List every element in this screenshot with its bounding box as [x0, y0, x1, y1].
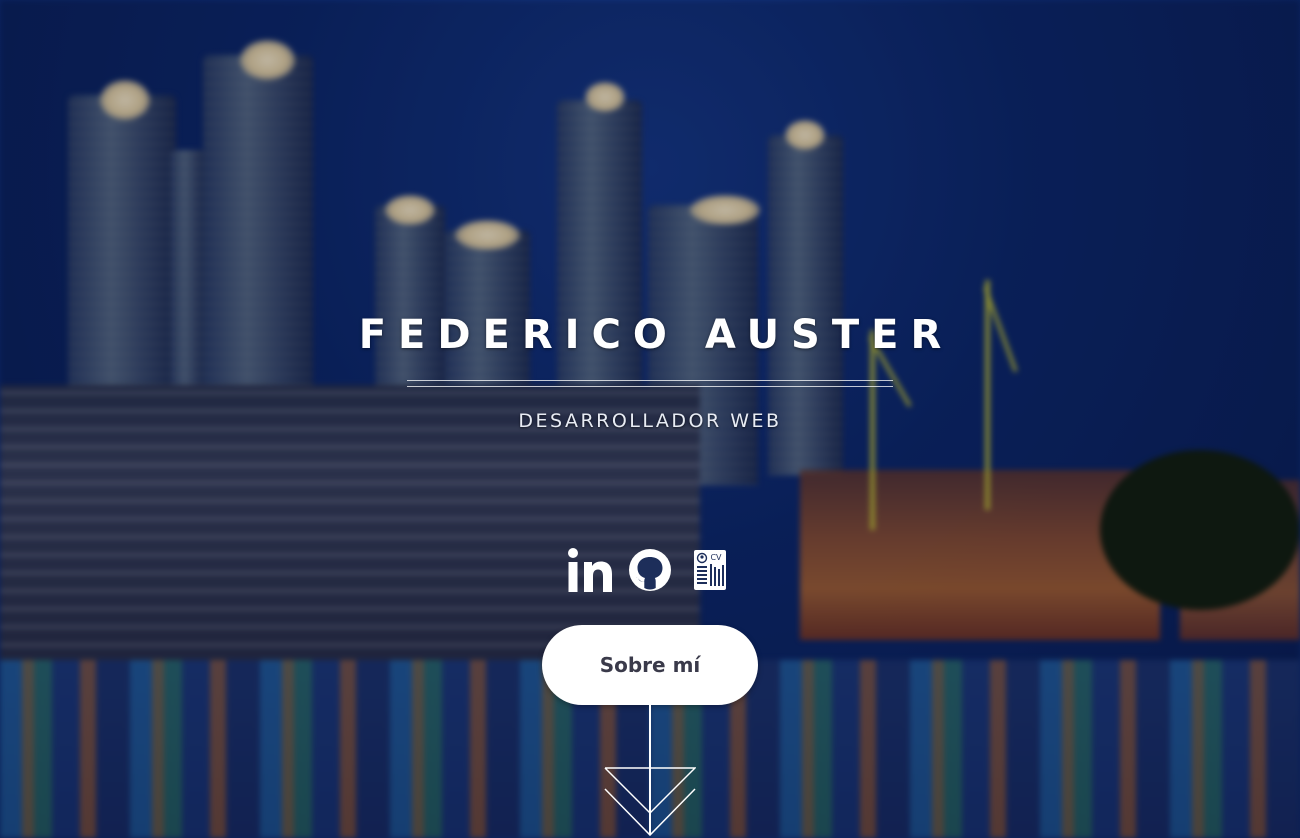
hero-content: FEDERICO AUSTER DESARROLLADOR WEB CV Sob… [0, 0, 1300, 838]
double-chevron-down-icon[interactable] [604, 767, 696, 837]
github-icon [629, 549, 671, 591]
linkedin-link[interactable] [567, 546, 613, 594]
github-link[interactable] [627, 546, 673, 594]
cv-label: CV [710, 553, 722, 562]
linkedin-icon [568, 548, 612, 592]
page-title: FEDERICO AUSTER [358, 312, 954, 358]
social-links: CV [0, 546, 1300, 594]
subtitle: DESARROLLADOR WEB [518, 410, 782, 432]
title-divider [407, 380, 893, 387]
cv-document-icon: CV [694, 550, 726, 590]
about-me-button[interactable]: Sobre mí [542, 625, 758, 705]
hero-section: FEDERICO AUSTER DESARROLLADOR WEB CV Sob… [0, 0, 1300, 838]
cv-link[interactable]: CV [687, 546, 733, 594]
